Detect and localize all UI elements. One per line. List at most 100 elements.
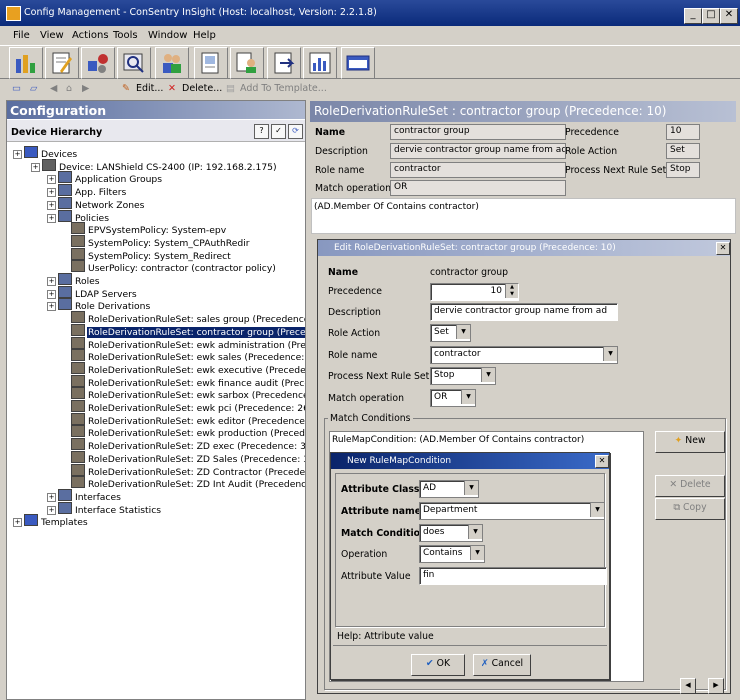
- tree-node[interactable]: RoleDerivationRuleSet: ewk sarbox (Prece…: [71, 387, 305, 401]
- tree-node[interactable]: + Roles: [47, 273, 101, 287]
- export-button[interactable]: [267, 47, 301, 79]
- dashboard-button[interactable]: [9, 47, 43, 79]
- tree-node[interactable]: SystemPolicy: System_CPAuthRedir: [71, 234, 251, 249]
- app-icon: [6, 6, 21, 21]
- tree-node[interactable]: SystemPolicy: System_Redirect: [71, 247, 232, 262]
- users-icon: [163, 54, 181, 73]
- folder-icon: [24, 146, 38, 158]
- edit-role-name-select[interactable]: contractor ▼: [430, 346, 618, 364]
- tree-node[interactable]: + Devices: [13, 146, 78, 160]
- expand-toggle-icon[interactable]: +: [47, 505, 56, 515]
- user-config-button[interactable]: [230, 47, 264, 79]
- expand-toggle-icon[interactable]: +: [47, 302, 56, 312]
- statistics-button[interactable]: [303, 47, 337, 79]
- ok-button[interactable]: ✔ OK: [411, 654, 465, 676]
- tree-node[interactable]: RoleDerivationRuleSet: ZD Contractor (Pr…: [71, 463, 305, 478]
- menu-help[interactable]: Help: [193, 30, 216, 41]
- expand-toggle-icon[interactable]: +: [47, 200, 56, 210]
- expand-toggle-icon[interactable]: +: [47, 213, 56, 223]
- menu-window[interactable]: Window: [148, 30, 187, 41]
- edit-role-name-value: contractor: [434, 349, 481, 359]
- tree-node[interactable]: UserPolicy: contractor (contractor polic…: [71, 260, 277, 274]
- tree-node[interactable]: RoleDerivationRuleSet: ewk sales (Preced…: [71, 349, 305, 363]
- open-icon[interactable]: ▱: [30, 83, 37, 94]
- tree-node[interactable]: + LDAP Servers: [47, 285, 138, 300]
- tree-node[interactable]: + App. Filters: [47, 184, 127, 198]
- home-icon[interactable]: ⌂: [66, 83, 72, 94]
- users-button[interactable]: [155, 47, 189, 79]
- scroll-left-arrow[interactable]: ◀: [680, 678, 696, 694]
- tree-node[interactable]: RoleDerivationRuleSet: ewk pci (Preceden…: [71, 400, 305, 414]
- minimize-button[interactable]: _: [684, 8, 702, 24]
- cancel-button[interactable]: ✗ Cancel: [473, 654, 531, 676]
- attr-value-input[interactable]: fin: [419, 567, 607, 585]
- expand-toggle-icon[interactable]: +: [47, 492, 56, 502]
- policy-button[interactable]: [81, 47, 115, 79]
- edit-match-op-select[interactable]: OR ▼: [430, 389, 476, 407]
- tree-node[interactable]: RoleDerivationRuleSet: ZD exec (Preceden…: [71, 438, 305, 452]
- scroll-right-arrow[interactable]: ▶: [708, 678, 724, 694]
- menu-file[interactable]: File: [13, 30, 30, 41]
- tree-node[interactable]: RoleDerivationRuleSet: ewk executive (Pr…: [71, 361, 305, 376]
- new-condition-button[interactable]: ✦ New: [655, 431, 725, 453]
- delete-button[interactable]: Delete...: [182, 83, 222, 94]
- rs-description-label: Description: [315, 146, 368, 157]
- edit-precedence-spinner[interactable]: 10 ▲ ▼: [430, 283, 519, 301]
- tree-node[interactable]: + Policies: [47, 209, 110, 224]
- tree-node[interactable]: + Interface Statistics: [47, 501, 162, 516]
- menu-view[interactable]: View: [40, 30, 64, 41]
- console-button[interactable]: [341, 47, 375, 79]
- edit-role-action-select[interactable]: Set ▼: [430, 324, 471, 342]
- check-icon[interactable]: ✓: [271, 124, 286, 139]
- tree-node[interactable]: + Interfaces: [47, 488, 122, 503]
- tree-node[interactable]: RoleDerivationRuleSet: ewk finance audit…: [71, 374, 305, 389]
- maximize-button[interactable]: □: [702, 8, 720, 24]
- expand-toggle-icon[interactable]: +: [47, 277, 56, 286]
- attr-class-select[interactable]: AD ▼: [419, 480, 479, 498]
- tree-node[interactable]: + Device: LANShield CS-2400 (IP: 192.168.…: [31, 158, 278, 173]
- spinner-arrows-icon[interactable]: ▲ ▼: [505, 284, 518, 298]
- export-icon: [274, 52, 295, 74]
- expand-toggle-icon[interactable]: +: [47, 175, 56, 185]
- tree-node[interactable]: RoleDerivationRuleSet: ewk editor (Prece…: [71, 412, 305, 427]
- expand-toggle-icon[interactable]: +: [47, 188, 56, 198]
- expand-toggle-icon[interactable]: +: [13, 518, 22, 528]
- add-to-template-button[interactable]: Add To Template...: [240, 83, 327, 94]
- tree-node[interactable]: RoleDerivationRuleSet: contractor group …: [71, 323, 305, 338]
- match-condition-select[interactable]: does ▼: [419, 524, 483, 542]
- edit-button[interactable]: Edit...: [136, 83, 163, 94]
- help-icon[interactable]: ?: [254, 124, 269, 139]
- edit-dialog-close-button[interactable]: ✕: [716, 242, 730, 255]
- expand-toggle-icon[interactable]: +: [47, 289, 56, 299]
- menu-tools[interactable]: Tools: [113, 30, 138, 41]
- menu-actions[interactable]: Actions: [72, 30, 109, 41]
- operation-select[interactable]: Contains ▼: [419, 545, 485, 563]
- tree-node[interactable]: RoleDerivationRuleSet: ewk administratio…: [71, 336, 305, 351]
- new-folder-icon[interactable]: ▭: [12, 83, 21, 94]
- edit-description-input[interactable]: dervie contractor group name from ad: [430, 303, 618, 321]
- edit-config-button[interactable]: [45, 47, 79, 79]
- tree-node[interactable]: RoleDerivationRuleSet: ewk production (P…: [71, 425, 305, 439]
- tree-node[interactable]: + Templates: [13, 514, 89, 528]
- edit-process-next-select[interactable]: Stop ▼: [430, 367, 496, 385]
- tree-node[interactable]: RoleDerivationRuleSet: ZD Sales (Precede…: [71, 450, 305, 465]
- list-item[interactable]: RuleMapCondition: (AD.Member Of Contains…: [332, 435, 584, 445]
- forward-icon[interactable]: ▶: [82, 83, 89, 94]
- refresh-icon[interactable]: ⟳: [288, 124, 303, 139]
- search-button[interactable]: [117, 47, 151, 79]
- tree-node[interactable]: EPVSystemPolicy: System-epv: [71, 222, 227, 236]
- delete-condition-button[interactable]: ✕ Delete: [655, 475, 725, 497]
- copy-condition-button[interactable]: ⧉ Copy: [655, 498, 725, 520]
- close-button[interactable]: ✕: [720, 8, 738, 24]
- tree-node[interactable]: + Network Zones: [47, 196, 145, 211]
- back-icon[interactable]: ◀: [50, 83, 57, 94]
- tree-node[interactable]: RoleDerivationRuleSet: sales group (Prec…: [71, 311, 305, 325]
- expand-toggle-icon[interactable]: +: [13, 150, 22, 159]
- tree-node[interactable]: + Application Groups: [47, 171, 163, 185]
- tree-node[interactable]: RoleDerivationRuleSet: ZD Int Audit (Pre…: [71, 476, 305, 490]
- tree-node[interactable]: + Role Derivations: [47, 298, 151, 312]
- new-dialog-close-button[interactable]: ✕: [595, 455, 609, 468]
- attr-name-select[interactable]: Department ▼: [419, 502, 605, 520]
- expand-toggle-icon[interactable]: +: [31, 162, 40, 172]
- reports-button[interactable]: [194, 47, 228, 79]
